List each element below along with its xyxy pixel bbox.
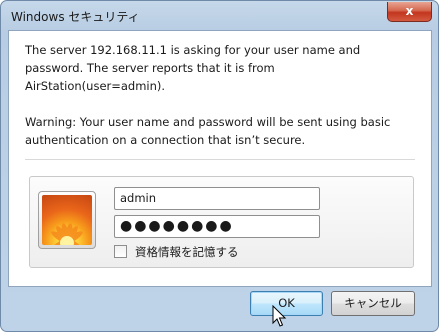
username-field[interactable]: admin [114,187,320,210]
username-value: admin [120,191,157,205]
user-avatar [38,191,96,249]
warning-line-2: authentication on a connection that isn’… [25,133,306,147]
message-line-1: The server 192.168.11.1 is asking for yo… [25,43,361,57]
mouse-pointer-icon [272,305,287,327]
password-field[interactable]: ●●●●●●●● [114,215,320,238]
title-bar[interactable]: Windows セキュリティ x [1,1,438,31]
flower-icon [42,195,92,245]
message-line-3: AirStation(user=admin). [25,79,166,93]
window-title: Windows セキュリティ [11,10,140,24]
divider [25,159,415,160]
password-value: ●●●●●●●● [120,218,234,234]
close-icon: x [405,4,414,18]
credential-panel: admin ●●●●●●●● 資格情報を記憶する [29,176,414,268]
remember-label: 資格情報を記憶する [135,245,239,259]
message-line-2: password. The server reports that it is … [25,61,275,75]
close-button[interactable]: x [387,2,432,22]
security-dialog: Windows セキュリティ x The server 192.168.11.1… [0,0,439,332]
remember-checkbox[interactable] [114,245,127,258]
remember-credentials[interactable]: 資格情報を記憶する [114,244,239,260]
cancel-label: キャンセル [344,296,402,310]
warning-line-1: Warning: Your user name and password wil… [25,115,391,129]
cancel-button[interactable]: キャンセル [331,291,415,316]
dialog-content: The server 192.168.11.1 is asking for yo… [8,30,432,287]
